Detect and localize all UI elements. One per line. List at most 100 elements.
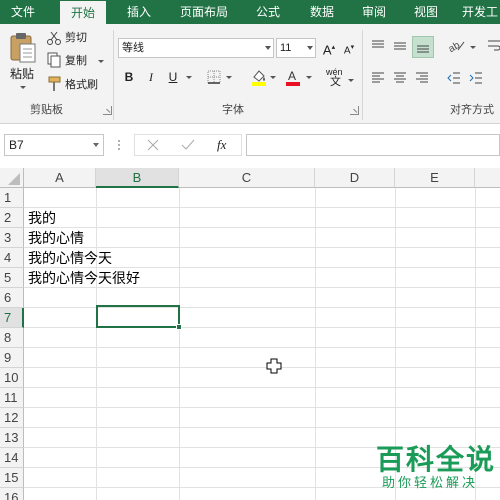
row-header[interactable]: 12: [0, 408, 24, 428]
select-all-corner[interactable]: [0, 168, 24, 188]
row-header[interactable]: 11: [0, 388, 24, 408]
phonetic-icon: 文: [330, 76, 341, 88]
fill-color-icon[interactable]: [250, 68, 268, 86]
decrease-font-size-icon[interactable]: A▾: [340, 39, 358, 57]
borders-icon[interactable]: [206, 69, 222, 85]
column-header-d[interactable]: D: [315, 168, 395, 188]
row-header[interactable]: 10: [0, 368, 24, 388]
copy-button[interactable]: 复制: [65, 53, 87, 69]
cut-button[interactable]: 剪切: [65, 30, 87, 46]
increase-indent-icon[interactable]: [468, 70, 484, 86]
fill-handle[interactable]: [176, 324, 182, 330]
svg-text:A: A: [288, 69, 296, 83]
tab-formulas[interactable]: 公式: [246, 0, 290, 24]
align-center-icon[interactable]: [392, 70, 408, 86]
align-right-icon[interactable]: [414, 70, 430, 86]
row-header[interactable]: 5: [0, 268, 24, 288]
format-painter-icon: [46, 76, 62, 92]
gridline: [24, 227, 500, 228]
borders-dropdown-icon[interactable]: [226, 76, 232, 79]
orientation-icon[interactable]: ab: [446, 36, 466, 56]
copy-dropdown-icon[interactable]: [98, 60, 104, 63]
underline-button[interactable]: U: [164, 68, 182, 86]
cell-a2[interactable]: 我的: [28, 208, 56, 228]
font-color-icon[interactable]: A: [284, 68, 302, 86]
row-header[interactable]: 14: [0, 448, 24, 468]
chevron-down-icon: [93, 143, 99, 147]
font-dialog-launcher-icon[interactable]: [350, 106, 359, 115]
align-top-icon[interactable]: [370, 38, 386, 54]
row-header[interactable]: 6: [0, 288, 24, 308]
row-header[interactable]: 13: [0, 428, 24, 448]
tab-page-layout[interactable]: 页面布局: [172, 0, 236, 24]
group-separator: [113, 30, 114, 120]
font-size-value: 11: [280, 42, 292, 54]
font-color-swatch: [286, 82, 300, 86]
row-header[interactable]: 4: [0, 248, 24, 268]
cell-cursor-icon: [266, 358, 282, 374]
wrap-text-icon[interactable]: [486, 38, 500, 54]
tab-home[interactable]: 开始: [60, 1, 106, 24]
watermark-subtitle: 助你轻松解决: [382, 476, 479, 491]
column-header-a[interactable]: A: [24, 168, 96, 188]
paste-button[interactable]: 粘贴: [10, 66, 34, 82]
cell-a5[interactable]: 我的心情今天很好: [28, 268, 140, 288]
tab-review[interactable]: 审阅: [352, 0, 396, 24]
tab-view[interactable]: 视图: [404, 0, 448, 24]
alignment-group-label: 对齐方式: [450, 104, 494, 116]
paste-icon[interactable]: [8, 32, 38, 64]
clipboard-group-label: 剪贴板: [30, 104, 63, 116]
fill-color-dropdown-icon[interactable]: [270, 76, 276, 79]
name-box[interactable]: B7: [4, 134, 104, 156]
font-group-label: 字体: [222, 104, 244, 116]
tab-data[interactable]: 数据: [300, 0, 344, 24]
drag-handle-icon[interactable]: [116, 138, 122, 152]
align-middle-icon[interactable]: [392, 38, 408, 54]
formula-input[interactable]: [246, 134, 500, 156]
column-header-c[interactable]: C: [179, 168, 315, 188]
clipboard-dialog-launcher-icon[interactable]: [103, 106, 112, 115]
bold-button[interactable]: B: [120, 68, 138, 86]
cell-a3[interactable]: 我的心情: [28, 228, 84, 248]
row-header[interactable]: 3: [0, 228, 24, 248]
row-header-selected[interactable]: 7: [0, 308, 24, 328]
row-header[interactable]: 9: [0, 348, 24, 368]
italic-button[interactable]: I: [142, 68, 160, 86]
align-left-icon[interactable]: [370, 70, 386, 86]
decrease-indent-icon[interactable]: [446, 70, 462, 86]
gridline: [24, 427, 500, 428]
cancel-icon[interactable]: [147, 139, 159, 151]
column-header-f[interactable]: [475, 168, 500, 188]
phonetic-dropdown-icon[interactable]: [348, 79, 354, 82]
gridline: [24, 407, 500, 408]
row-header[interactable]: 16: [0, 488, 24, 500]
row-header[interactable]: 1: [0, 188, 24, 208]
tab-insert[interactable]: 插入: [116, 0, 162, 24]
font-name-select[interactable]: 等线: [118, 38, 274, 58]
font-color-dropdown-icon[interactable]: [306, 76, 312, 79]
insert-function-button[interactable]: fx: [217, 137, 226, 153]
gridline: [96, 188, 97, 500]
cell-a4[interactable]: 我的心情今天: [28, 248, 112, 268]
name-box-value: B7: [9, 138, 24, 152]
increase-font-size-icon[interactable]: A▴: [320, 39, 338, 57]
underline-dropdown-icon[interactable]: [186, 76, 192, 79]
chevron-down-icon: [265, 46, 271, 50]
enter-check-icon[interactable]: [181, 139, 195, 151]
row-header[interactable]: 2: [0, 208, 24, 228]
gridline: [179, 188, 180, 500]
paste-dropdown-icon[interactable]: [20, 86, 26, 89]
font-size-select[interactable]: 11: [276, 38, 316, 58]
row-header[interactable]: 8: [0, 328, 24, 348]
selected-cell-b7[interactable]: [96, 305, 182, 330]
tab-file[interactable]: 文件: [0, 0, 46, 24]
ribbon: 粘贴 剪切 复制 格式刷 剪贴板 等线 11 A▴ A▾ B I U A wén…: [0, 24, 500, 124]
column-header-e[interactable]: E: [395, 168, 475, 188]
format-painter-button[interactable]: 格式刷: [65, 77, 98, 93]
column-header-b[interactable]: B: [96, 168, 179, 188]
group-separator: [362, 30, 363, 120]
tab-developer[interactable]: 开发工: [456, 0, 500, 24]
align-bottom-icon[interactable]: [412, 36, 434, 58]
orientation-dropdown-icon[interactable]: [470, 46, 476, 49]
row-header[interactable]: 15: [0, 468, 24, 488]
